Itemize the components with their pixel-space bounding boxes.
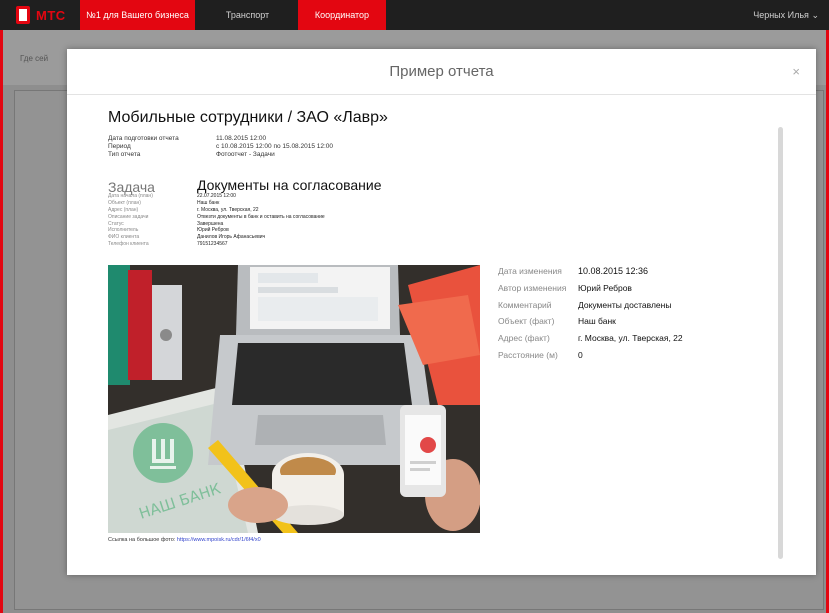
detail-key: Описание задачи bbox=[108, 213, 149, 220]
change-key: Комментарий bbox=[498, 299, 552, 310]
change-row: Комментарий Документы доставлены bbox=[498, 297, 683, 314]
tab-coordinator[interactable]: Координатор bbox=[298, 0, 386, 30]
detail-key: Адрес (план) bbox=[108, 206, 139, 213]
change-value: г. Москва, ул. Тверская, 22 bbox=[578, 333, 683, 344]
meta-value: с 10.08.2015 12:00 по 15.08.2015 12:00 bbox=[216, 143, 334, 150]
change-value: Документы доставлены bbox=[578, 299, 672, 310]
detail-value: Юрий Ребров bbox=[197, 227, 229, 234]
report-example-modal: Пример отчета × Мобильные сотрудники / З… bbox=[67, 49, 816, 575]
change-value: 10.08.2015 12:36 bbox=[578, 266, 649, 276]
detail-key: Дата начала (план) bbox=[108, 193, 153, 199]
mts-logo[interactable]: МТС bbox=[16, 6, 66, 24]
change-row: Адрес (факт) г. Москва, ул. Тверская, 22 bbox=[498, 330, 683, 347]
detail-row: Адрес (план) г. Москва, ул. Тверская, 22 bbox=[108, 207, 325, 214]
task-photo[interactable]: НАШ БАНК bbox=[108, 265, 480, 533]
detail-value: Отвезти документы в банк и оставить на с… bbox=[197, 213, 325, 220]
desk-photo-illustration: НАШ БАНК bbox=[108, 265, 480, 533]
mts-egg-icon bbox=[16, 6, 30, 24]
change-value: 0 bbox=[578, 349, 583, 360]
meta-value: Фотоотчет - Задачи bbox=[216, 151, 275, 158]
left-accent-border bbox=[0, 30, 3, 613]
tab-transport[interactable]: Транспорт bbox=[205, 0, 290, 30]
chevron-down-icon: ⌄ bbox=[811, 10, 819, 20]
close-icon[interactable]: × bbox=[792, 64, 800, 79]
task-title: Документы на согласование bbox=[197, 177, 382, 193]
change-key: Дата изменения bbox=[498, 266, 562, 276]
meta-value: 11.08.2015 12:00 bbox=[216, 135, 267, 142]
detail-key: Объект (план) bbox=[108, 199, 141, 206]
meta-key: Дата подготовки отчета bbox=[108, 135, 179, 142]
change-value: Наш банк bbox=[578, 316, 616, 327]
meta-key: Период bbox=[108, 143, 131, 150]
change-row: Расстояние (м) 0 bbox=[498, 347, 683, 364]
logo-text: МТС bbox=[36, 7, 66, 23]
change-row: Объект (факт) Наш банк bbox=[498, 313, 683, 330]
change-value: Юрий Ребров bbox=[578, 282, 632, 293]
change-row: Автор изменения Юрий Ребров bbox=[498, 280, 683, 297]
detail-key: Исполнитель bbox=[108, 227, 139, 234]
modal-header: Пример отчета × bbox=[67, 49, 816, 95]
detail-value: г. Москва, ул. Тверская, 22 bbox=[197, 206, 259, 213]
meta-row: Тип отчета Фотоотчет - Задачи bbox=[108, 151, 333, 159]
detail-key: Телефон клиента bbox=[108, 241, 149, 248]
meta-row: Дата подготовки отчета 11.08.2015 12:00 bbox=[108, 135, 333, 143]
meta-row: Период с 10.08.2015 12:00 по 15.08.2015 … bbox=[108, 143, 333, 151]
detail-value: 79151234567 bbox=[197, 241, 228, 248]
report-meta: Дата подготовки отчета 11.08.2015 12:00 … bbox=[108, 135, 333, 159]
report-title: Мобильные сотрудники / ЗАО «Лавр» bbox=[108, 109, 388, 126]
modal-title: Пример отчета bbox=[389, 63, 494, 80]
detail-value: Данилов Игорь Афанасьевич bbox=[197, 234, 266, 241]
user-name: Черных Илья bbox=[753, 10, 809, 20]
detail-row: Дата начала (план) 22.07.2015 12:00 bbox=[108, 193, 325, 200]
photo-link-label: Ссылка на большое фото: bbox=[108, 537, 176, 543]
detail-key: ФИО клиента bbox=[108, 234, 140, 241]
task-details: Дата начала (план) 22.07.2015 12:00 Объек… bbox=[108, 193, 325, 248]
background-where-label: Где сей bbox=[20, 54, 49, 63]
detail-value: 22.07.2015 12:00 bbox=[197, 193, 236, 199]
detail-row: Объект (план) Наш банк bbox=[108, 200, 325, 207]
detail-row: Телефон клиента 79151234567 bbox=[108, 241, 325, 248]
change-row: Дата изменения 10.08.2015 12:36 bbox=[498, 263, 683, 280]
photo-link-line: Ссылка на большое фото: https://www.mpoi… bbox=[108, 537, 261, 543]
modal-scrollbar[interactable] bbox=[778, 127, 783, 559]
user-menu[interactable]: Черных Илья ⌄ bbox=[753, 0, 819, 30]
detail-row: ФИО клиента Данилов Игорь Афанасьевич bbox=[108, 234, 325, 241]
change-key: Адрес (факт) bbox=[498, 333, 550, 344]
detail-value: Наш банк bbox=[197, 199, 220, 206]
change-key: Объект (факт) bbox=[498, 316, 555, 327]
tab-business[interactable]: №1 для Вашего бизнеса bbox=[80, 0, 195, 30]
photo-link[interactable]: https://www.mpoisk.ru/cdr/1/6f4/x0 bbox=[177, 537, 261, 543]
detail-row: Исполнитель Юрий Ребров bbox=[108, 227, 325, 234]
change-key: Автор изменения bbox=[498, 282, 567, 293]
report-preview: Мобильные сотрудники / ЗАО «Лавр» Дата п… bbox=[108, 105, 768, 565]
meta-key: Тип отчета bbox=[108, 151, 141, 158]
top-navigation-bar: МТС №1 для Вашего бизнеса Транспорт Коор… bbox=[0, 0, 829, 30]
change-details: Дата изменения 10.08.2015 12:36 Автор изм… bbox=[498, 263, 683, 364]
change-key: Расстояние (м) bbox=[498, 349, 558, 360]
detail-row: Описание задачи Отвезти документы в банк … bbox=[108, 214, 325, 221]
detail-key: Статус bbox=[108, 220, 124, 227]
